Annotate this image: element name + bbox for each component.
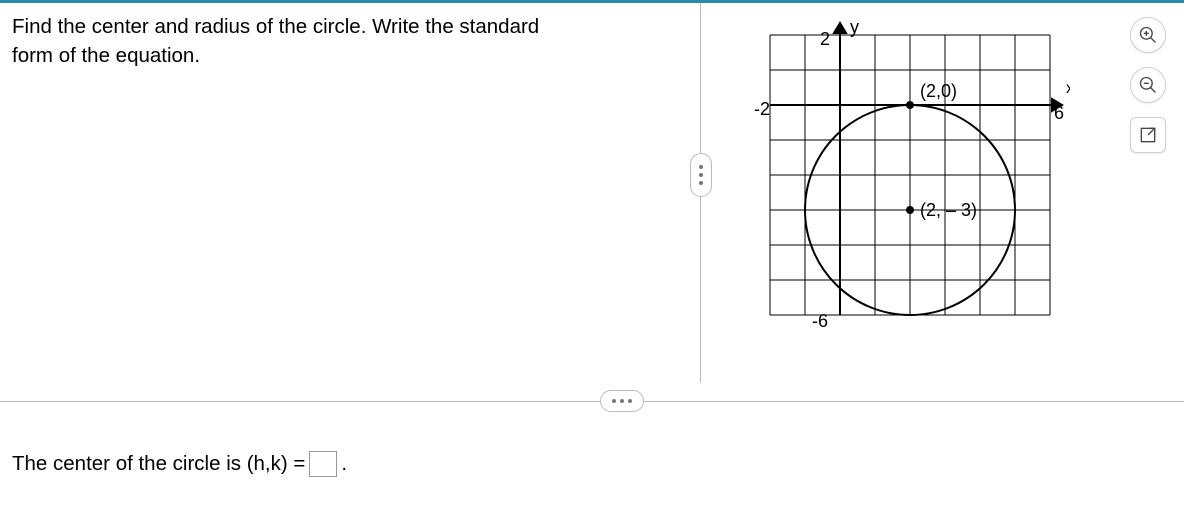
expand-button[interactable]: [1130, 117, 1166, 153]
zoom-in-icon: [1138, 25, 1158, 45]
separator-handle[interactable]: [600, 390, 644, 412]
point-2-neg3: [906, 206, 914, 214]
y-axis-label: y: [850, 17, 859, 37]
zoom-out-icon: [1138, 75, 1158, 95]
center-input[interactable]: [309, 451, 337, 477]
zoom-out-button[interactable]: [1130, 67, 1166, 103]
vertical-splitter-handle[interactable]: [690, 153, 712, 197]
question-line-2: form of the equation.: [12, 44, 200, 67]
answer-line: The center of the circle is (h,k) = .: [12, 451, 347, 477]
point-2-0: [906, 101, 914, 109]
question-text: Find the center and radius of the circle…: [12, 13, 668, 70]
zoom-in-button[interactable]: [1130, 17, 1166, 53]
vertical-splitter[interactable]: [690, 3, 712, 383]
xtick-6: 6: [1054, 103, 1064, 123]
ytick-neg6: -6: [812, 311, 828, 331]
graph-tools: [1130, 17, 1166, 153]
ytick-2: 2: [820, 29, 830, 49]
label-2-neg3: (2, – 3): [920, 200, 977, 220]
question-line-1: Find the center and radius of the circle…: [12, 15, 539, 38]
separator-line: [0, 401, 1184, 402]
horizontal-separator: [0, 401, 1184, 402]
xtick-neg2: -2: [754, 99, 770, 119]
graph: y x 2 -2 6 -6 (2,0) (2, – 3): [750, 15, 1070, 375]
label-2-0: (2,0): [920, 81, 957, 101]
x-axis-label: x: [1066, 80, 1070, 97]
answer-prefix: The center of the circle is (h,k) =: [12, 452, 305, 476]
expand-icon: [1138, 125, 1158, 145]
answer-suffix: .: [341, 452, 347, 476]
